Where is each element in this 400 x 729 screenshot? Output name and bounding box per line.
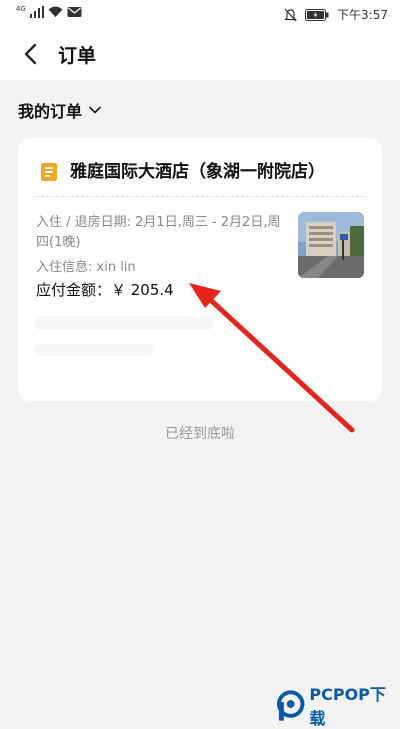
app-header: 订单 [0, 28, 400, 80]
guest-info: 入住信息: xin lin [36, 260, 136, 275]
network-type: 4G [16, 4, 26, 13]
section-title: 我的订单 [18, 102, 83, 121]
pcpop-logo-icon [276, 690, 305, 721]
blurred-content [34, 344, 154, 356]
back-button[interactable] [18, 40, 46, 68]
chevron-down-icon [89, 106, 101, 114]
chevron-left-icon [24, 43, 37, 65]
battery-icon [305, 8, 329, 21]
hotel-photo [298, 212, 364, 278]
mute-icon [284, 8, 297, 21]
order-filter-dropdown[interactable]: 我的订单 [18, 98, 102, 122]
amount-due: 应付金额：￥ 205.4 [36, 281, 174, 299]
page-title: 订单 [58, 45, 97, 67]
stay-dates: 入住 / 退房日期: 2月1日,周三 - 2月2日,周四(1晚) [36, 215, 281, 250]
blurred-content [34, 316, 214, 330]
wifi-icon [48, 6, 63, 17]
clock: 下午3:57 [337, 8, 388, 22]
hotel-icon [41, 163, 57, 181]
watermark: PCPOP下载 [276, 681, 400, 729]
end-of-list-text: 已经到底啦 [165, 426, 235, 442]
hotel-name: 雅庭国际大酒店（象湖一附院店） [70, 162, 325, 182]
card-divider [36, 196, 364, 197]
message-icon [67, 7, 82, 17]
order-card[interactable]: 雅庭国际大酒店（象湖一附院店） 入住 / 退房日期: 2月1日,周三 - 2月2… [18, 138, 382, 401]
status-bar: 4G 下午3:57 [0, 0, 400, 28]
status-right: 下午3:57 [284, 6, 388, 23]
watermark-text: PCPOP下载 [309, 685, 386, 728]
status-left: 4G [16, 4, 82, 18]
signal-icon [29, 6, 44, 18]
